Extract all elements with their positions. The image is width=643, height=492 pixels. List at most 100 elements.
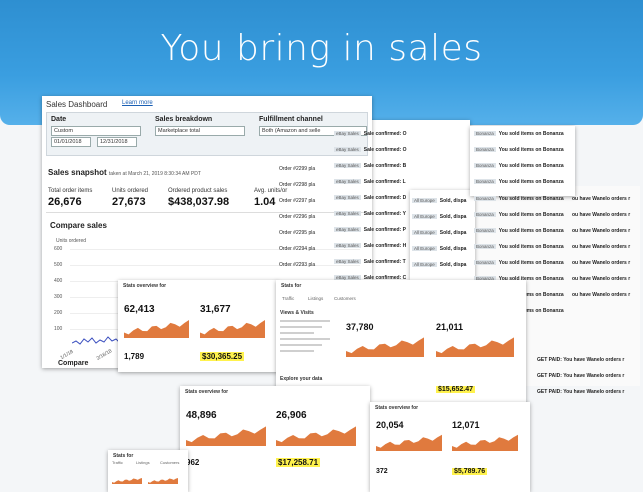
area-fill [186,426,266,446]
dashboard-heading: Sales Dashboard [46,100,108,109]
area-fill [346,337,424,357]
placeholder-text-line [280,338,330,340]
placeholder-text-line [280,326,322,328]
discogs-line-text: Sold, dispa [439,214,467,220]
views-area-chart [376,434,442,451]
ebay-line: eBay Sales Sale confirmed: D [334,195,406,201]
tab-listings[interactable]: Listings [136,460,150,465]
area-fill [452,434,518,451]
snapshot-stat-label: Avg. units/or [254,188,288,194]
snapshot-note: taken at March 21, 2019 8:30:34 AM PDT [108,171,201,177]
bonanza-line-text: You sold items on Bonanza [498,179,564,185]
panel-revenue: $17,258.71 [276,458,321,467]
ebay-line-text: Sale confirmed: L [363,179,406,185]
discogs-line: All Europe Sold, dispa [412,198,466,204]
ebay-line-text: Sale confirmed: Y [363,211,406,217]
ebay-tag: eBay Sales [334,195,361,200]
discogs-line: All Europe Sold, dispa [412,246,466,252]
panel-stat-3: 372 [376,468,388,475]
snapshot-title-text: Sales snapshot [48,168,107,177]
bonanza-tag: Bonanza [474,260,496,265]
visits-area-chart [148,478,178,484]
area-fill [112,478,142,484]
bonanza-line-text: You sold items on Bonanza [498,212,564,218]
ebay-tag: eBay Sales [334,227,361,232]
tab-customers[interactable]: Customers [160,460,179,465]
visits-area-chart [436,337,514,357]
panel-stat-3: 962 [186,458,200,467]
compare-footer: Compare [58,360,89,367]
wanelo-paid-line: GET PAID: You have Wanelo orders r [537,357,625,363]
bonanza-tag: Bonanza [474,228,496,233]
views-area-chart [124,320,189,338]
visits-area-chart [276,426,356,446]
tab-customers[interactable]: Customers [334,296,356,301]
snapshot-stat-value: 26,676 [48,196,82,208]
bonanza-line: BonanzaYou sold items on Bonanza [474,147,564,153]
breakdown-select[interactable]: Marketplace total [155,126,245,136]
ebay-tag: eBay Sales [334,211,361,216]
area-fill [376,434,442,451]
panel-stat-3: 1,789 [124,352,145,361]
bonanza-line: BonanzaYou sold items on Bonanza [474,163,564,169]
panel-stat-1: 20,054 [376,420,404,430]
y-tick-label: 100 [54,326,63,332]
bonanza-tag: Bonanza [474,244,496,249]
compare-sub: Units ordered [56,238,87,244]
date-to-input[interactable]: 12/31/2018 [97,137,137,147]
bonanza-line: BonanzaYou sold items on Bonanza [474,228,564,234]
bonanza-line-text: You sold items on Bonanza [498,244,564,250]
learn-more-link[interactable]: Learn more [122,100,153,106]
bonanza-line-text: You sold items on Bonanza [498,131,564,137]
order-line: Order #2294 pla [279,246,316,252]
panel-stat-2: 31,677 [200,304,231,315]
bonanza-tag: Bonanza [474,212,496,217]
panel-stat-1: 48,896 [186,410,217,421]
area-fill [436,337,514,357]
order-line: Order #2299 pla [279,166,316,172]
gridline [70,249,360,250]
bonanza-tag: Bonanza [474,147,496,152]
ebay-line: eBay Sales Sale confirmed: L [334,179,406,185]
order-line: Order #2298 pla [279,182,316,188]
filter-bar: Date Custom 01/01/2018 12/31/2018 Sales … [46,112,368,156]
bonanza-line: BonanzaYou sold items on Bonanza [474,179,564,185]
snapshot-stat-value: 27,673 [112,196,146,208]
tab-traffic[interactable]: Traffic [282,296,294,301]
panel-header: Stats overview for [375,405,419,411]
order-line: Order #2297 pla [279,198,316,204]
panel-stat-1: 37,780 [346,322,374,332]
discogs-line-text: Sold, dispa [439,230,467,236]
gridline [70,265,360,266]
area-fill [148,478,178,484]
ebay-tag: eBay Sales [334,259,361,264]
wanelo-line: ou have Wanelo orders r [572,196,631,202]
tab-listings[interactable]: Listings [308,296,323,301]
stats-panel-a: Stats overview for 62,413 31,677 1,789 $30,3… [118,280,278,372]
ebay-tag: eBay Sales [334,131,361,136]
ebay-tag: eBay Sales [334,179,361,184]
y-tick-label: 300 [54,294,63,300]
ebay-line-text: Sale confirmed: T [363,259,406,265]
ebay-line-text: Sale confirmed: H [363,243,407,249]
bonanza-tag: Bonanza [474,131,496,136]
views-area-chart [112,478,142,484]
bonanza-tag: Bonanza [474,196,496,201]
views-area-chart [346,337,424,357]
date-from-input[interactable]: 01/01/2018 [51,137,91,147]
wanelo-line: ou have Wanelo orders r [572,260,631,266]
wanelo-paid-line: GET PAID: You have Wanelo orders r [537,373,625,379]
date-preset-select[interactable]: Custom [51,126,141,136]
tab-traffic[interactable]: Traffic [112,460,123,465]
bonanza-line-text: You sold items on Bonanza [498,228,564,234]
discogs-line: All Europe Sold, dispa [412,262,466,268]
placeholder-text-line [280,320,330,322]
discogs-line-text: Sold, dispa [439,198,467,204]
ebay-line: eBay Sales Sale confirmed: B [334,163,406,169]
stats-panel-d: Stats overview for 20,054 12,071 372 $5,789.… [370,402,530,492]
placeholder-text-line [280,350,314,352]
ebay-tag: eBay Sales [334,243,361,248]
area-fill [200,320,265,338]
ebay-line: eBay Sales Sale confirmed: Y [334,211,406,217]
order-line: Order #2295 pla [279,230,316,236]
